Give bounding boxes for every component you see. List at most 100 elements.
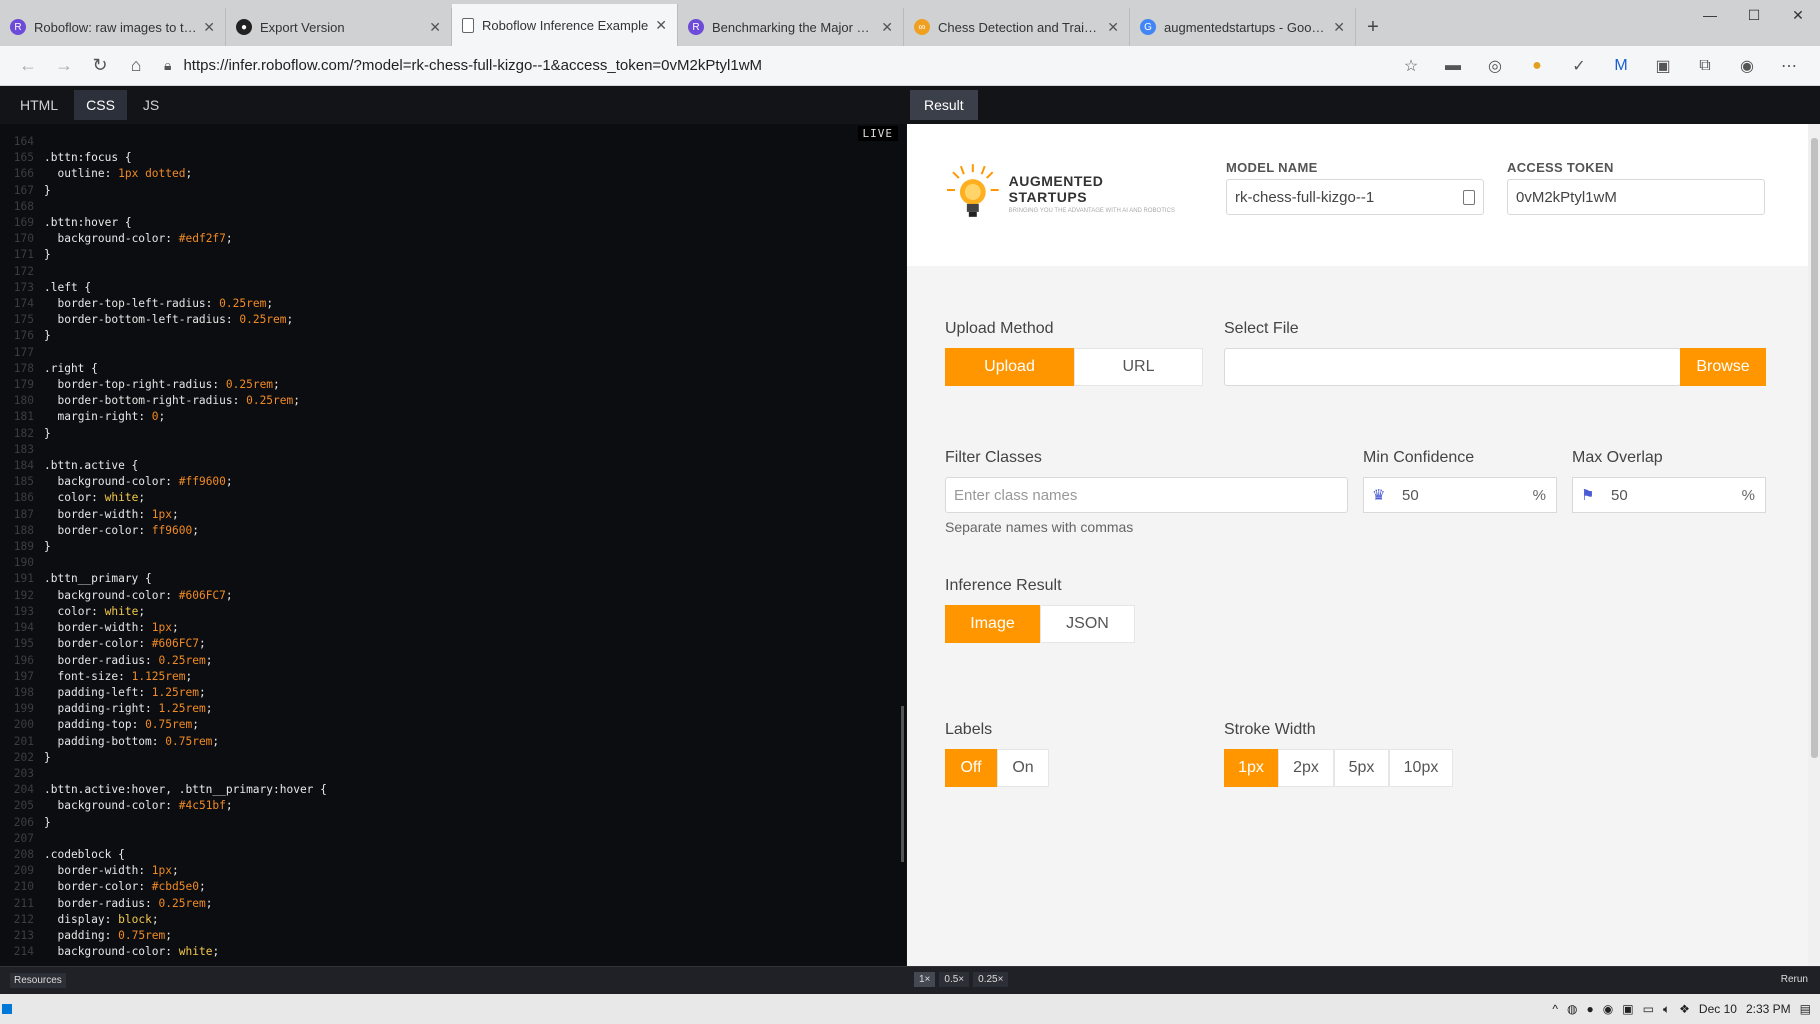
stroke-2px-button[interactable]: 2px — [1278, 749, 1334, 787]
tray-app-icon[interactable]: ◉ — [1603, 1002, 1613, 1016]
code-line: 167} — [0, 183, 327, 199]
tray-app-icon[interactable]: ▣ — [1622, 1002, 1633, 1016]
scrollbar-thumb[interactable] — [1811, 138, 1818, 758]
url-button[interactable]: URL — [1074, 348, 1203, 386]
resources-button[interactable]: Resources — [10, 973, 66, 988]
code-line: 190 — [0, 555, 327, 571]
labels-off-button[interactable]: Off — [945, 749, 997, 787]
labels-on-button[interactable]: On — [997, 749, 1049, 787]
minimize-icon[interactable]: — — [1688, 0, 1732, 30]
code-text: } — [44, 183, 51, 197]
extension-icon[interactable]: ◎ — [1474, 51, 1516, 81]
browser-tab-active[interactable]: Roboflow Inference Example ✕ — [452, 4, 678, 46]
code-line: 165 .bttn:focus { — [0, 150, 327, 166]
dropbox-icon[interactable]: ❖ — [1679, 1002, 1690, 1016]
profile-avatar[interactable]: ◉ — [1726, 51, 1768, 81]
browser-tab[interactable]: ● Export Version ✕ — [226, 8, 452, 46]
code-text: padding: 0.75rem; — [57, 928, 173, 942]
extension-icon[interactable]: ▬ — [1432, 51, 1474, 81]
extension-icon[interactable]: ● — [1516, 51, 1558, 81]
line-number: 203 — [13, 766, 34, 780]
code-text: padding-bottom: 0.75rem; — [57, 734, 220, 748]
more-menu-icon[interactable]: ⋯ — [1768, 51, 1810, 81]
chevron-up-icon[interactable]: ^ — [1552, 1002, 1558, 1016]
browser-tab[interactable]: Gaugmentedstartups - Google Se✕ — [1130, 8, 1356, 46]
code-line: 205 background-color: #4c51bf; — [0, 798, 327, 814]
inference-result-label: Inference Result — [945, 577, 1062, 594]
upload-button[interactable]: Upload — [945, 348, 1074, 386]
close-icon[interactable]: ✕ — [203, 19, 215, 36]
file-path-input[interactable] — [1224, 348, 1681, 386]
browser-tab[interactable]: RRoboflow: raw images to trained✕ — [0, 8, 226, 46]
line-number: 172 — [13, 264, 34, 278]
browser-tab[interactable]: ∞Chess Detection and Training usi✕ — [904, 8, 1130, 46]
min-confidence-input[interactable]: ♛ 50 % — [1363, 477, 1557, 513]
collections-icon[interactable]: ⧉ — [1684, 51, 1726, 81]
tray-time[interactable]: 2:33 PM — [1746, 1002, 1791, 1016]
line-number: 189 — [13, 540, 34, 554]
zoom-1x-button[interactable]: 1× — [914, 972, 936, 987]
extension-icon[interactable]: M — [1600, 51, 1642, 81]
browser-tab[interactable]: R Benchmarking the Major Cloud ✕ — [678, 8, 904, 46]
start-icon[interactable] — [2, 1004, 12, 1014]
refresh-icon[interactable]: ↻ — [82, 51, 118, 81]
code-text: border-top-left-radius: 0.25rem; — [57, 297, 274, 311]
extension-icon[interactable]: ✓ — [1558, 51, 1600, 81]
tab-js[interactable]: JS — [131, 90, 171, 120]
line-number: 207 — [13, 831, 34, 845]
line-number: 190 — [13, 556, 34, 570]
max-overlap-input[interactable]: ⚑ 50 % — [1572, 477, 1766, 513]
line-number: 211 — [13, 896, 34, 910]
url-field[interactable]: 🔒︎ https://infer.roboflow.com/?model=rk-… — [154, 51, 1390, 81]
network-icon[interactable]: ▭ — [1643, 1002, 1654, 1016]
lightbulb-logo-icon — [946, 164, 999, 217]
editor-scrollbar[interactable] — [901, 706, 904, 862]
home-icon[interactable]: ⌂ — [118, 51, 154, 81]
browse-button[interactable]: Browse — [1680, 348, 1766, 386]
tab-css[interactable]: CSS — [74, 90, 127, 120]
close-icon[interactable]: ✕ — [881, 19, 893, 36]
rerun-button[interactable]: Rerun — [1781, 974, 1808, 985]
line-number: 184 — [13, 459, 34, 473]
select-file-label: Select File — [1224, 320, 1299, 337]
stroke-5px-button[interactable]: 5px — [1334, 749, 1389, 787]
filter-classes-input[interactable]: Enter class names — [945, 477, 1348, 513]
code-line: 198 padding-left: 1.25rem; — [0, 685, 327, 701]
zoom-quarter-button[interactable]: 0.25× — [973, 972, 1009, 987]
tray-app-icon[interactable]: ◍ — [1567, 1002, 1577, 1016]
notifications-icon[interactable]: ▤ — [1800, 1002, 1811, 1016]
access-token-input[interactable]: 0vM2kPtyl1wM — [1507, 179, 1765, 215]
css-editor[interactable]: LIVE 164 165 .bttn:focus {166 outline: 1p… — [0, 124, 906, 966]
zoom-half-button[interactable]: 0.5× — [939, 972, 970, 987]
json-button[interactable]: JSON — [1040, 605, 1135, 643]
image-button[interactable]: Image — [945, 605, 1040, 643]
back-icon[interactable]: ← — [10, 51, 46, 81]
code-text: } — [44, 540, 51, 554]
close-icon[interactable]: ✕ — [655, 17, 667, 34]
code-line: 186 color: white; — [0, 490, 327, 506]
tray-date[interactable]: Dec 10 — [1699, 1002, 1737, 1016]
tab-html[interactable]: HTML — [8, 90, 70, 120]
model-name-input[interactable]: rk-chess-full-kizgo--1 — [1226, 179, 1484, 215]
line-number: 202 — [13, 750, 34, 764]
code-text: color: white; — [57, 604, 146, 618]
line-number: 196 — [13, 653, 34, 667]
maximize-icon[interactable]: ☐ — [1732, 0, 1776, 30]
stroke-10px-button[interactable]: 10px — [1389, 749, 1453, 787]
inference-result-group: Image JSON — [945, 605, 1135, 643]
stroke-1px-button[interactable]: 1px — [1224, 749, 1278, 787]
forward-icon[interactable]: → — [46, 51, 82, 81]
close-icon[interactable]: ✕ — [1333, 19, 1345, 36]
close-icon[interactable]: ✕ — [429, 19, 441, 36]
extension-icon[interactable]: ▣ — [1642, 51, 1684, 81]
line-number: 177 — [13, 345, 34, 359]
close-window-icon[interactable]: ✕ — [1776, 0, 1820, 30]
new-tab-button[interactable]: + — [1356, 8, 1390, 46]
close-icon[interactable]: ✕ — [1107, 19, 1119, 36]
volume-icon[interactable]: 🔈︎ — [1663, 1002, 1670, 1017]
code-text: background-color: #606FC7; — [57, 588, 233, 602]
result-scrollbar[interactable] — [1808, 124, 1820, 966]
favorite-star-icon[interactable]: ☆ — [1390, 51, 1432, 81]
tray-app-icon[interactable]: ● — [1587, 1002, 1594, 1016]
tab-result[interactable]: Result — [910, 90, 978, 120]
